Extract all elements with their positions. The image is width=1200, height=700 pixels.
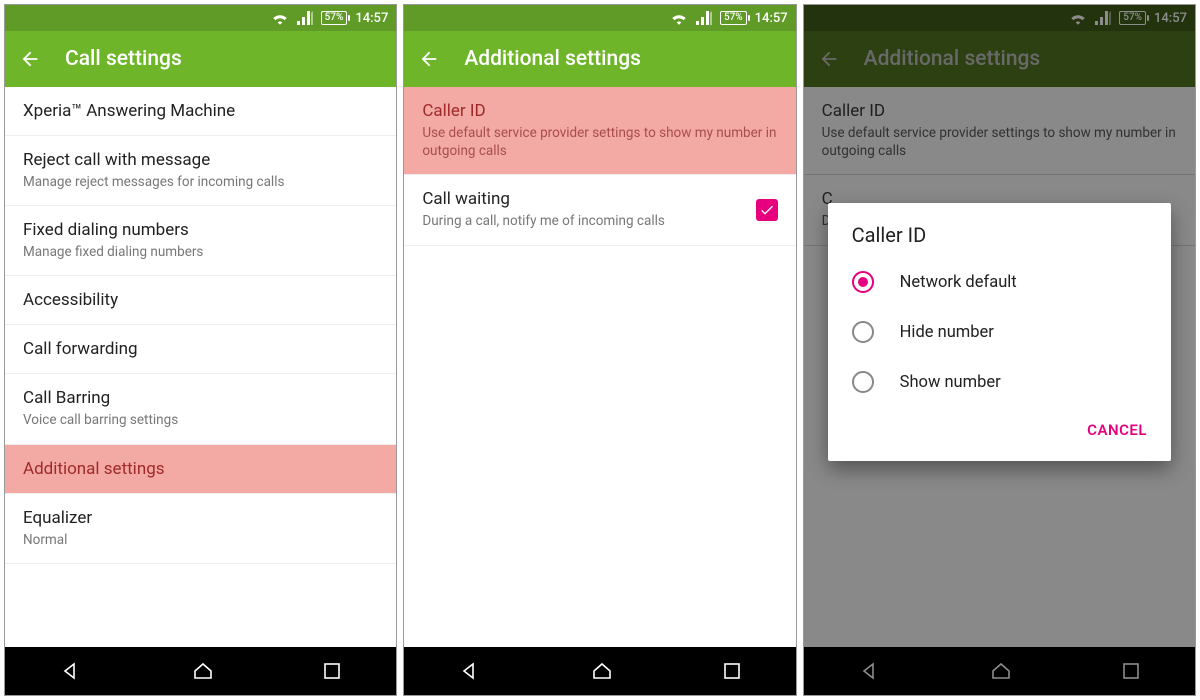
item-primary: Reject call with message xyxy=(23,150,284,170)
dialog-actions: CANCEL xyxy=(828,407,1171,453)
back-icon[interactable] xyxy=(19,48,41,70)
item-secondary: Manage fixed dialing numbers xyxy=(23,243,203,261)
screen-call-settings: 57% 14:57 Call settings Xperia™ Answerin… xyxy=(4,4,397,696)
list-item-call-waiting[interactable]: Call waiting During a call, notify me of… xyxy=(404,175,795,245)
item-secondary: During a call, notify me of incoming cal… xyxy=(422,212,665,230)
caller-id-dialog: Caller ID Network default Hide number Sh… xyxy=(828,203,1171,461)
radio-option-hide-number[interactable]: Hide number xyxy=(828,307,1171,357)
item-secondary: Voice call barring settings xyxy=(23,411,178,429)
item-primary: Additional settings xyxy=(23,459,165,479)
list-item-caller-id[interactable]: Caller ID Use default service provider s… xyxy=(404,87,795,175)
list-item[interactable]: Xperia™ Answering Machine xyxy=(5,87,396,136)
clock: 14:57 xyxy=(355,11,388,26)
app-bar: Additional settings xyxy=(404,31,795,87)
item-primary: Call forwarding xyxy=(23,339,138,359)
dialog-title: Caller ID xyxy=(828,223,1171,257)
item-primary: Call Barring xyxy=(23,388,178,408)
android-nav-bar xyxy=(404,647,795,695)
item-primary: Fixed dialing numbers xyxy=(23,220,203,240)
wifi-icon xyxy=(271,11,289,25)
page-title: Additional settings xyxy=(464,47,641,71)
item-secondary: Manage reject messages for incoming call… xyxy=(23,173,284,191)
list-item[interactable]: Call forwarding xyxy=(5,325,396,374)
list-item[interactable]: Reject call with message Manage reject me… xyxy=(5,136,396,206)
signal-icon xyxy=(297,11,313,25)
item-primary: Equalizer xyxy=(23,508,92,528)
option-label: Network default xyxy=(900,273,1017,292)
list-item[interactable]: Fixed dialing numbers Manage fixed dialin… xyxy=(5,206,396,276)
radio-unselected-icon xyxy=(852,321,874,343)
battery-indicator: 57% xyxy=(720,11,747,25)
item-primary: Accessibility xyxy=(23,290,118,310)
status-bar: 57% 14:57 xyxy=(5,5,396,31)
item-primary: Caller ID xyxy=(422,101,777,121)
clock: 14:57 xyxy=(755,11,788,26)
list-item[interactable]: Accessibility xyxy=(5,276,396,325)
nav-recent-icon[interactable] xyxy=(322,661,342,681)
settings-list: Caller ID Use default service provider s… xyxy=(404,87,795,647)
wifi-icon xyxy=(670,11,688,25)
list-item-additional-settings[interactable]: Additional settings xyxy=(5,445,396,494)
back-icon[interactable] xyxy=(418,48,440,70)
radio-selected-icon xyxy=(852,271,874,293)
nav-recent-icon[interactable] xyxy=(722,661,742,681)
status-bar: 57% 14:57 xyxy=(404,5,795,31)
option-label: Show number xyxy=(900,373,1001,392)
radio-option-show-number[interactable]: Show number xyxy=(828,357,1171,407)
item-primary: Call waiting xyxy=(422,189,665,209)
nav-home-icon[interactable] xyxy=(191,659,215,683)
item-secondary: Use default service provider settings to… xyxy=(422,124,777,160)
nav-back-icon[interactable] xyxy=(59,659,83,683)
nav-back-icon[interactable] xyxy=(458,659,482,683)
item-primary: Xperia™ Answering Machine xyxy=(23,101,235,121)
android-nav-bar xyxy=(5,647,396,695)
item-secondary: Normal xyxy=(23,531,92,549)
screen-additional-settings: 57% 14:57 Additional settings Caller ID … xyxy=(403,4,796,696)
settings-list: Xperia™ Answering Machine Reject call wi… xyxy=(5,87,396,647)
cancel-button[interactable]: CANCEL xyxy=(1077,413,1157,447)
option-label: Hide number xyxy=(900,323,994,342)
screen-caller-id-dialog: 57% 14:57 Additional settings Caller ID … xyxy=(803,4,1196,696)
radio-unselected-icon xyxy=(852,371,874,393)
radio-option-network-default[interactable]: Network default xyxy=(828,257,1171,307)
list-item[interactable]: Equalizer Normal xyxy=(5,494,396,564)
checkbox-checked-icon[interactable] xyxy=(756,199,778,221)
nav-home-icon[interactable] xyxy=(590,659,614,683)
list-item[interactable]: Call Barring Voice call barring settings xyxy=(5,374,396,444)
app-bar: Call settings xyxy=(5,31,396,87)
battery-indicator: 57% xyxy=(321,11,348,25)
signal-icon xyxy=(696,11,712,25)
page-title: Call settings xyxy=(65,47,182,71)
